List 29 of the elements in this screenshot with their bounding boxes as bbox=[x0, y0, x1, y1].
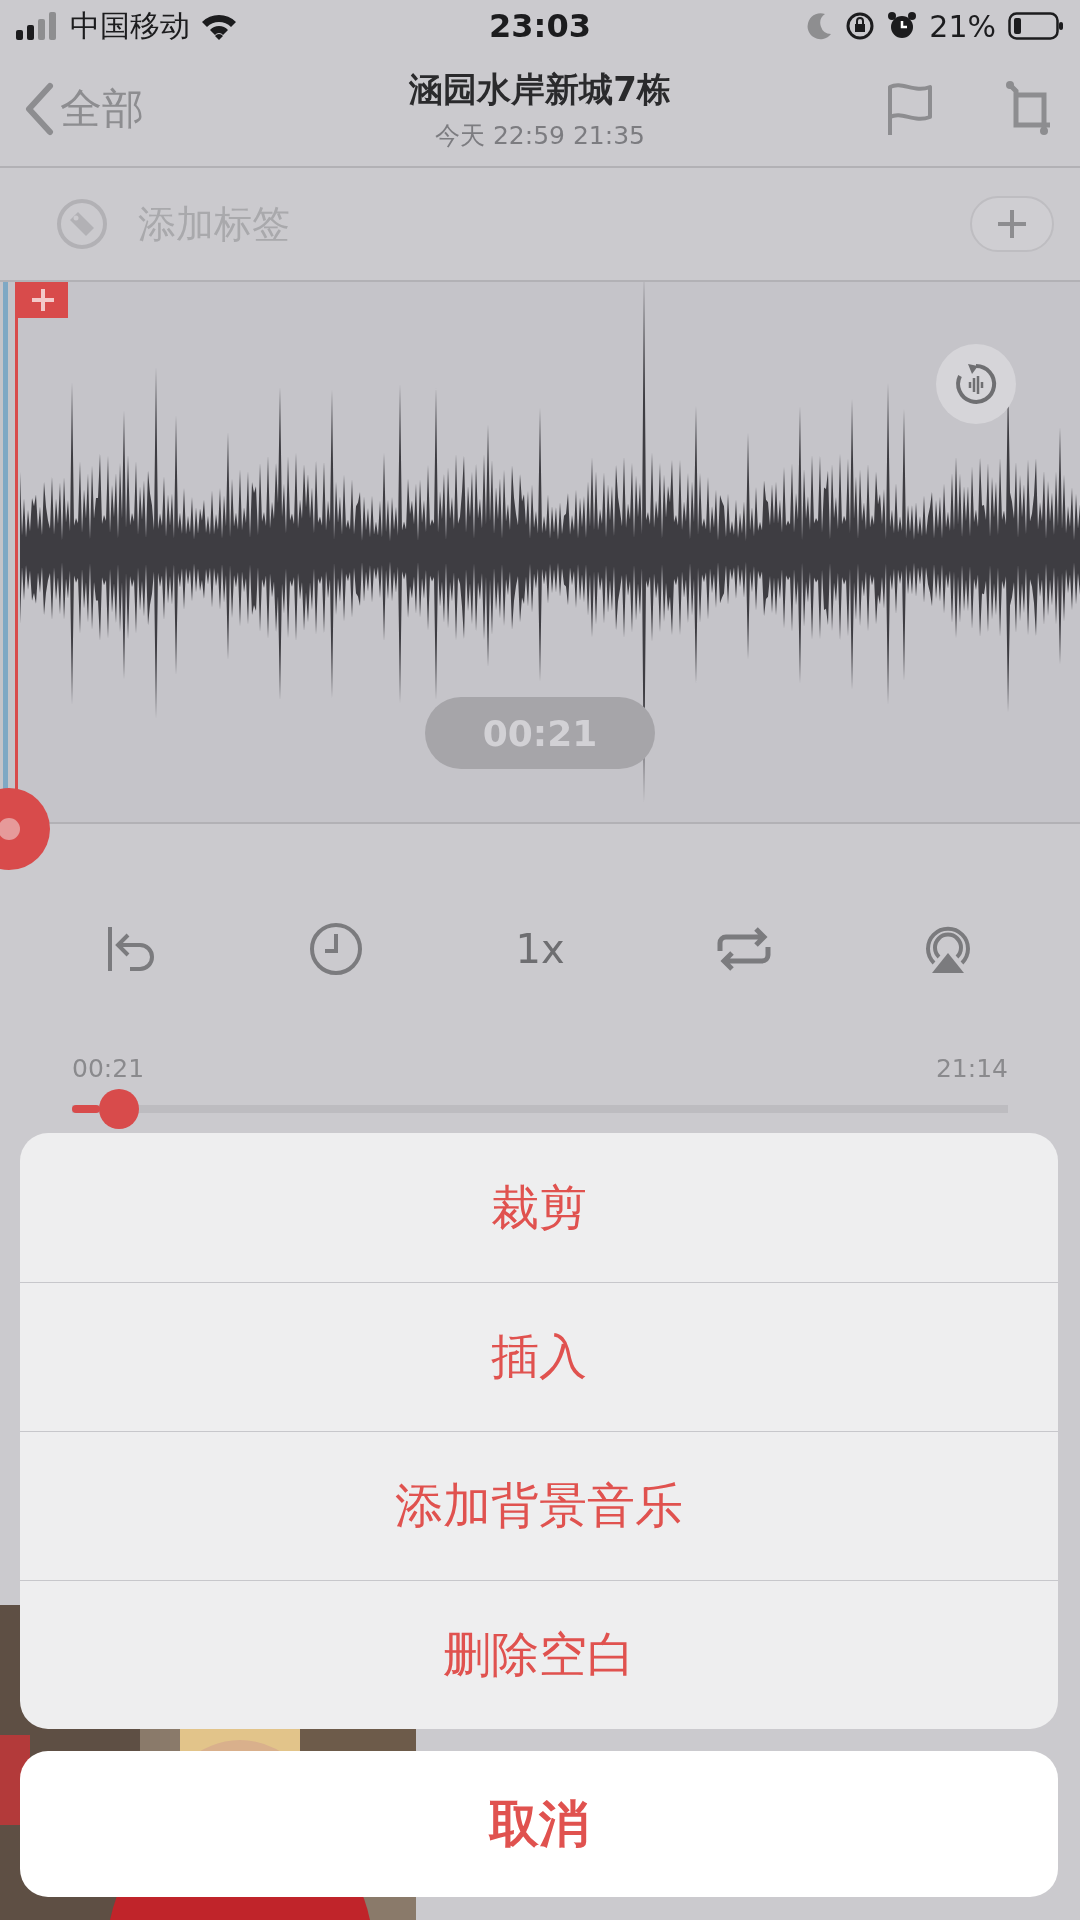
plus-icon bbox=[30, 287, 56, 313]
recording-date: 今天 22:59 21:35 bbox=[435, 119, 645, 152]
action-option[interactable]: 插入 bbox=[20, 1282, 1058, 1431]
cancel-button[interactable]: 取消 bbox=[20, 1751, 1058, 1897]
battery-icon bbox=[1008, 12, 1064, 40]
repeat-button[interactable] bbox=[716, 925, 772, 973]
action-option[interactable]: 裁剪 bbox=[20, 1133, 1058, 1282]
timer-button[interactable] bbox=[309, 922, 363, 976]
carrier-name: 中国移动 bbox=[70, 6, 190, 45]
action-option[interactable]: 添加背景音乐 bbox=[20, 1431, 1058, 1580]
total-time: 21:14 bbox=[935, 1054, 1008, 1083]
flag-icon[interactable] bbox=[886, 81, 934, 137]
back-button[interactable]: 全部 bbox=[24, 81, 224, 137]
alarm-icon bbox=[887, 11, 918, 41]
elapsed-time: 00:21 bbox=[72, 1054, 145, 1083]
moon-icon bbox=[807, 12, 834, 40]
plus-icon bbox=[996, 208, 1028, 240]
add-tag-button[interactable] bbox=[970, 196, 1054, 252]
speed-button[interactable]: 1x bbox=[515, 926, 565, 972]
rotation-lock-icon bbox=[845, 11, 876, 41]
battery-percent: 21% bbox=[929, 8, 996, 44]
progress-thumb[interactable] bbox=[98, 1089, 139, 1129]
wifi-icon bbox=[200, 12, 238, 40]
chevron-left-icon bbox=[24, 82, 54, 136]
action-option[interactable]: 删除空白 bbox=[20, 1580, 1058, 1729]
recording-title: 涵园水岸新城7栋 bbox=[409, 67, 671, 111]
add-marker-button[interactable] bbox=[18, 282, 68, 318]
status-time: 23:03 bbox=[489, 7, 591, 45]
tag-icon bbox=[56, 198, 108, 250]
